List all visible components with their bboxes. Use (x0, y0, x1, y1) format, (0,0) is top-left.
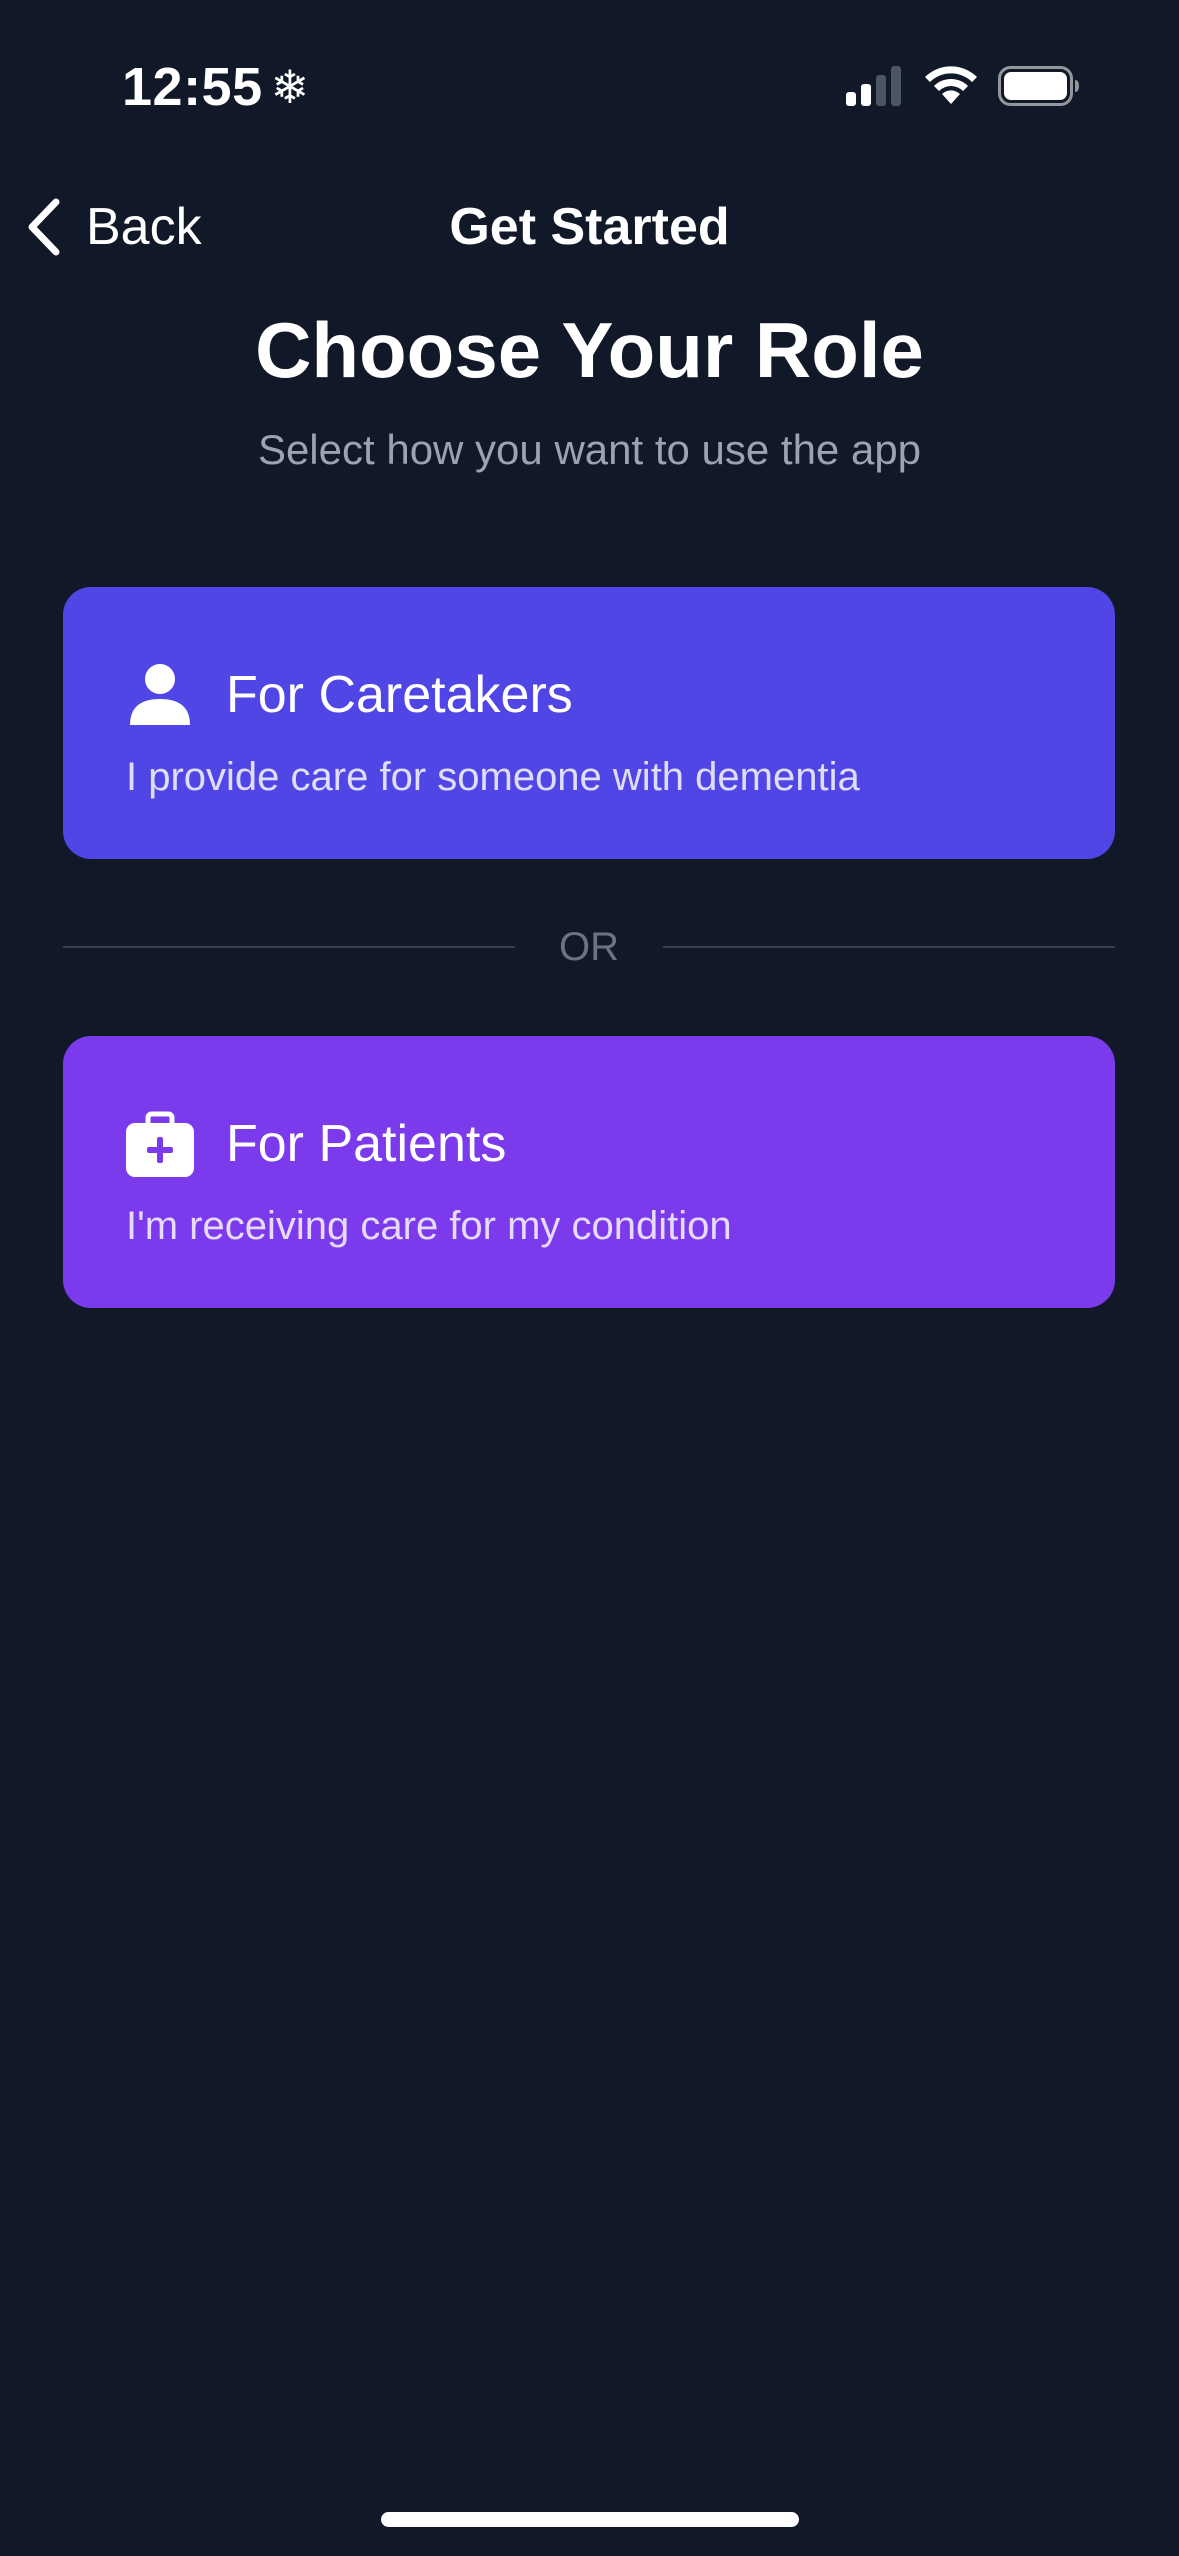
snowflake-icon: ❄ (270, 60, 310, 114)
chevron-left-icon (28, 198, 60, 256)
divider-label: OR (559, 924, 619, 969)
caretaker-card-description: I provide care for someone with dementia (126, 755, 860, 799)
patient-role-card[interactable]: For Patients I'm receiving care for my c… (63, 1036, 1115, 1308)
divider-line-right (663, 946, 1115, 948)
page-subtitle: Select how you want to use the app (257, 426, 922, 473)
back-button-label: Back (86, 198, 202, 256)
battery-icon (998, 66, 1079, 106)
or-divider: OR (63, 916, 1115, 978)
patient-card-description: I'm receiving care for my condition (126, 1204, 732, 1248)
person-icon (130, 664, 190, 725)
card-header: For Caretakers (126, 647, 573, 743)
wifi-icon (925, 66, 977, 104)
status-time-group: 12:55 ❄ (122, 56, 310, 118)
caretaker-role-card[interactable]: For Caretakers I provide care for someon… (63, 587, 1115, 859)
card-header: For Patients (126, 1096, 506, 1192)
status-time: 12:55 (122, 57, 263, 117)
caretaker-card-title: For Caretakers (226, 666, 573, 724)
page-title: Choose Your Role (255, 306, 924, 394)
back-button[interactable]: Back (24, 192, 202, 262)
status-bar: 12:55 ❄ (0, 0, 1179, 170)
patient-card-title: For Patients (226, 1115, 507, 1173)
divider-line-left (63, 946, 515, 948)
medical-kit-icon (126, 1111, 194, 1177)
cellular-signal-icon (846, 66, 901, 106)
home-indicator[interactable] (381, 2512, 799, 2527)
